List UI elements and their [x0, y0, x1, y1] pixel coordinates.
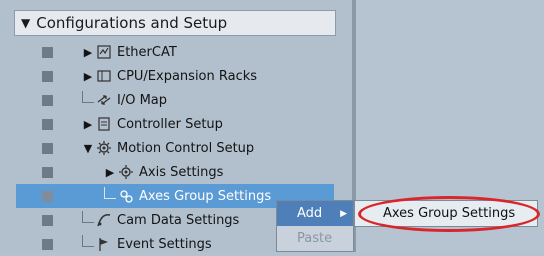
expanded-arrow-icon[interactable]: ▼ — [21, 16, 30, 30]
tree-item-motion-control-setup[interactable]: ▼ Motion Control Setup — [16, 136, 334, 160]
menu-item-label: Paste — [297, 231, 333, 246]
menu-item-label: Add — [297, 206, 323, 221]
status-marker — [42, 239, 53, 250]
menu-item-add[interactable]: Add ▶ — [277, 201, 353, 226]
status-marker — [42, 119, 53, 130]
tree-item-label: CPU/Expansion Racks — [117, 68, 258, 84]
expand-arrow-icon[interactable]: ▶ — [104, 166, 116, 179]
menu-item-paste[interactable]: Paste — [277, 226, 353, 251]
expand-arrow-icon[interactable]: ▶ — [82, 118, 94, 131]
tree-item-label: Axis Settings — [139, 164, 224, 180]
tree-item-ethercat[interactable]: ▶ EtherCAT — [16, 40, 334, 64]
tree-connector — [82, 91, 94, 103]
context-menu: Add ▶ Paste — [276, 200, 354, 252]
status-marker — [42, 95, 53, 106]
gears-icon — [118, 188, 134, 204]
section-title: Configurations and Setup — [36, 14, 228, 32]
tree-item-label: Motion Control Setup — [117, 140, 255, 156]
controller-icon — [96, 116, 112, 132]
tree-item-cpu-expansion-racks[interactable]: ▶ CPU/Expansion Racks — [16, 64, 334, 88]
io-map-icon — [96, 92, 112, 108]
collapse-arrow-icon[interactable]: ▼ — [82, 142, 94, 155]
submenu-item-label: Axes Group Settings — [383, 206, 516, 221]
status-marker — [42, 71, 53, 82]
expand-arrow-icon[interactable]: ▶ — [82, 46, 94, 59]
gear-icon — [118, 164, 134, 180]
status-marker — [42, 143, 53, 154]
submenu-arrow-icon: ▶ — [340, 208, 347, 219]
ethercat-icon — [96, 44, 112, 60]
tree-item-label: Cam Data Settings — [117, 212, 240, 228]
tree-connector — [82, 211, 94, 223]
flag-icon — [96, 236, 112, 252]
gear-icon — [96, 140, 112, 156]
tree-connector — [82, 235, 94, 247]
expand-arrow-icon[interactable]: ▶ — [82, 70, 94, 83]
tree-item-label: Axes Group Settings — [139, 188, 272, 204]
status-marker — [42, 47, 53, 58]
tree-connector — [104, 187, 116, 199]
status-marker — [42, 191, 53, 202]
status-marker — [42, 215, 53, 226]
tree-item-label: EtherCAT — [117, 44, 177, 60]
tree-item-label: I/O Map — [117, 92, 168, 108]
tree-item-label: Event Settings — [117, 236, 212, 252]
submenu-item-axes-group-settings[interactable]: Axes Group Settings — [354, 200, 538, 227]
cam-icon — [96, 212, 112, 228]
tree-item-io-map[interactable]: I/O Map — [16, 88, 334, 112]
status-marker — [42, 167, 53, 178]
tree-item-label: Controller Setup — [117, 116, 223, 132]
tree-item-controller-setup[interactable]: ▶ Controller Setup — [16, 112, 334, 136]
rack-icon — [96, 68, 112, 84]
section-header[interactable]: ▼ Configurations and Setup — [14, 10, 336, 36]
tree-item-axis-settings[interactable]: ▶ Axis Settings — [16, 160, 334, 184]
